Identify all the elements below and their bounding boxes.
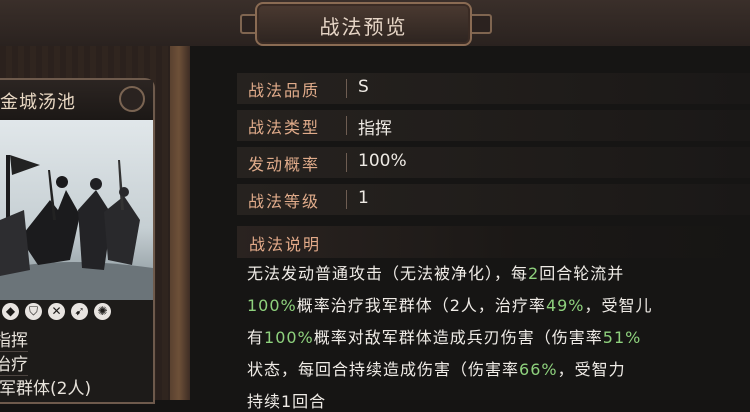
attr-value: 1 — [358, 188, 369, 208]
effect-icon-arrow: ➹ — [71, 302, 88, 320]
attr-divider — [346, 116, 347, 135]
description-line: 状态，每回合持续造成伤害（伤害率66%，受智力 — [247, 356, 750, 380]
effect-icon-shield: ⛉ — [25, 302, 42, 320]
description-line: 100%概率治疗我军群体（2人，治疗率49%，受智儿 — [247, 292, 750, 316]
description-text: 有 — [247, 328, 265, 347]
card-target-label: 友军群体(2人) — [0, 379, 92, 399]
effect-icon-disarm: ✕ — [48, 302, 65, 320]
card-title: 金城汤池 — [0, 92, 76, 113]
attr-divider — [346, 79, 347, 98]
attr-label: 战法类型 — [248, 118, 321, 137]
highlight-value: 100% — [247, 296, 297, 315]
description-text: 回合轮流并 — [539, 264, 625, 283]
description-text: 持续1回合 — [247, 392, 327, 411]
attr-label: 战法等级 — [248, 192, 321, 211]
card-effect-label: 治疗 — [0, 350, 28, 376]
description-text: ，受智儿 — [584, 296, 653, 315]
attr-value: 100% — [358, 151, 407, 171]
description-line: 持续1回合 — [247, 388, 750, 412]
attr-divider — [346, 153, 347, 172]
description-text: 无法发动普通攻击（无法被净化），每 — [247, 264, 529, 283]
description-text: 概率对敌军群体造成兵刃伤害（伤害率 — [313, 328, 603, 347]
attr-label: 战法品质 — [248, 81, 321, 100]
card-artwork — [0, 120, 153, 300]
card-badge-icon — [119, 86, 145, 112]
description-line: 有100%概率对敌军群体造成兵刃伤害（伤害率51% — [247, 324, 750, 348]
skill-card[interactable]: 金城汤池 ◆ ⛉ ✕ ➹ ✺ 指挥 治疗 军群体(2人) — [0, 78, 155, 404]
left-divider — [170, 46, 190, 400]
description-text: ，受智力 — [557, 360, 626, 379]
battle-scene-illustration — [0, 120, 153, 300]
attr-label: 发动概率 — [248, 155, 321, 174]
description-text: 概率治疗我军群体（2人，治疗率 — [296, 296, 546, 315]
card-type-label: 指挥 — [0, 326, 28, 352]
title-plaque: 战法预览 — [255, 2, 472, 46]
highlight-value: 51% — [602, 328, 642, 347]
page-title: 战法预览 — [319, 15, 408, 39]
effect-icon-wheel: ✺ — [94, 302, 111, 320]
attr-row-chance: 发动概率 100% — [237, 147, 750, 178]
attr-divider — [346, 190, 347, 209]
description-text: 状态，每回合持续造成伤害（伤害率 — [247, 360, 520, 379]
effect-icon-row: ◆ ⛉ ✕ ➹ ✺ — [0, 300, 155, 322]
description-heading: 战法说明 — [249, 235, 322, 254]
highlight-value: 100% — [264, 328, 314, 347]
attr-row-type: 战法类型 指挥 — [237, 110, 750, 141]
highlight-value: 66% — [519, 360, 558, 379]
highlight-value: 49% — [545, 296, 585, 315]
card-title-bar: 金城汤池 — [0, 80, 153, 120]
description-line: 无法发动普通攻击（无法被净化），每2回合轮流并 — [247, 260, 750, 284]
description-header: 战法说明 — [237, 226, 750, 258]
attr-value: 指挥 — [358, 119, 392, 139]
attr-value: S — [358, 77, 369, 97]
effect-icon-diamond: ◆ — [2, 302, 19, 320]
highlight-value: 2 — [528, 264, 540, 283]
attr-row-quality: 战法品质 S — [237, 73, 750, 104]
attr-row-level: 战法等级 1 — [237, 184, 750, 215]
